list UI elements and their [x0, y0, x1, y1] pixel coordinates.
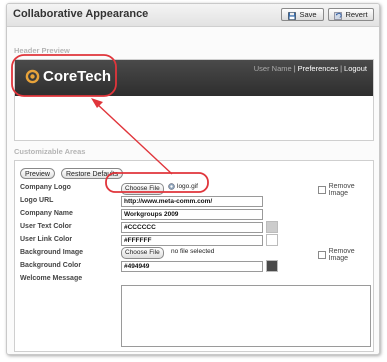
background-image-label: Background Image [20, 249, 84, 256]
save-label: Save [299, 10, 317, 19]
background-color-input[interactable]: #494949 [121, 261, 263, 272]
remove-logo-checkbox[interactable] [318, 186, 326, 194]
coretech-logo-icon [25, 69, 40, 84]
logo-text: CoreTech [43, 68, 112, 85]
header-preview-label: Header Preview [14, 46, 70, 55]
header-links: User Name | Preferences | Logout [254, 64, 367, 73]
user-link-color-swatch[interactable] [266, 234, 278, 246]
appearance-panel: Collaborative Appearance Save Revert Hea… [6, 3, 380, 355]
user-link-color-input[interactable]: #FFFFFF [121, 235, 263, 246]
welcome-message-textarea[interactable] [121, 285, 371, 347]
user-text-color-swatch[interactable] [266, 221, 278, 233]
preview-button[interactable]: Preview [20, 168, 55, 179]
remove-logo[interactable]: Remove Image [318, 183, 373, 197]
company-logo-file-name: logo.gif [177, 183, 198, 190]
company-name-input[interactable]: Workgroups 2009 [121, 209, 263, 220]
company-logo-file: logo.gif [168, 183, 198, 190]
background-image-file-note: no file selected [171, 248, 215, 255]
restore-defaults-button[interactable]: Restore Defaults [61, 168, 124, 179]
background-color-label: Background Color [20, 262, 82, 269]
logo-url-label: Logo URL [20, 197, 54, 204]
gif-file-icon [168, 183, 175, 190]
remove-background-label: Remove Image [328, 248, 355, 262]
logo-url-input[interactable]: http://www.meta-comm.com/ [121, 196, 263, 207]
preferences-link[interactable]: Preferences [298, 64, 338, 73]
background-color-swatch[interactable] [266, 260, 278, 272]
title-bar: Collaborative Appearance Save Revert [7, 4, 379, 27]
remove-logo-label: Remove Image [328, 183, 355, 197]
page-title: Collaborative Appearance [13, 8, 149, 20]
company-logo-choose-file[interactable]: Choose File [121, 183, 164, 195]
remove-background-checkbox[interactable] [318, 251, 326, 259]
remove-background-image[interactable]: Remove Image [318, 248, 373, 262]
user-link-color-label: User Link Color [20, 236, 73, 243]
company-name-label: Company Name [20, 210, 73, 217]
logout-link[interactable]: Logout [344, 64, 367, 73]
preview-header-bar: CoreTech User Name | Preferences | Logout [15, 60, 373, 96]
welcome-message-label: Welcome Message [20, 275, 83, 282]
undo-icon [334, 11, 343, 20]
company-logo-label: Company Logo [20, 184, 71, 191]
customizable-areas-label: Customizable Areas [14, 147, 86, 156]
user-name: User Name [253, 64, 292, 73]
floppy-disk-icon [288, 11, 297, 20]
customizable-areas: Preview Restore Defaults Company Logo Ch… [14, 160, 374, 352]
revert-label: Revert [345, 10, 368, 19]
company-logo: CoreTech [25, 68, 111, 85]
background-image-choose-file[interactable]: Choose File [121, 247, 164, 259]
save-button[interactable]: Save [281, 8, 324, 21]
header-preview: CoreTech User Name | Preferences | Logout [14, 59, 374, 141]
user-text-color-label: User Text Color [20, 223, 72, 230]
user-text-color-input[interactable]: #CCCCCC [121, 222, 263, 233]
revert-button[interactable]: Revert [328, 8, 374, 21]
